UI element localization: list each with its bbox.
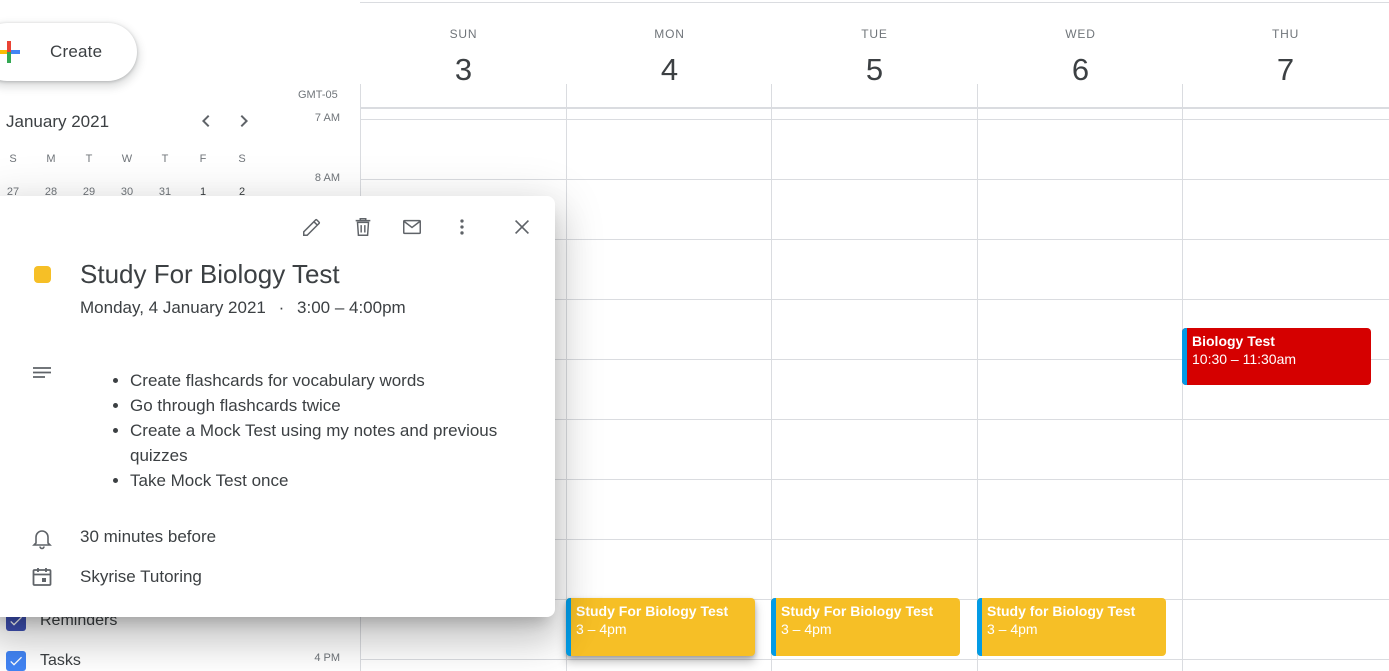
chevron-left-icon [202,115,210,127]
mini-weekday: M [46,153,56,165]
event-calendar-name: Skyrise Tutoring [80,567,202,586]
edit-icon [303,219,320,236]
edit-event-button[interactable] [297,212,327,242]
hour-label: 8 AM [314,172,340,184]
day-divider [977,84,978,671]
event-title: Study for Biology Test [987,603,1136,619]
more-options-icon [460,219,464,235]
event-time: 3 – 4pm [781,621,832,637]
top-divider [360,2,1389,3]
event-time: 10:30 – 11:30am [1192,351,1297,367]
mini-weekday: W [121,153,133,165]
header-divider [360,107,1389,109]
hour-line [360,179,1389,180]
description-item: Take Mock Test once [130,468,528,493]
event-title: Study For Biology Test [576,603,729,619]
day-name: TUE [861,27,888,41]
event-description: Create flashcards for vocabulary words G… [108,368,528,493]
mini-weekday: T [85,153,93,165]
timezone-label: GMT-05 [298,89,338,101]
day-divider [771,84,772,671]
plus-icon [0,41,20,63]
description-icon [30,362,54,386]
event-color-swatch [34,266,51,283]
day-name: THU [1271,27,1300,41]
delete-icon [355,218,371,236]
day-divider [566,84,567,671]
close-popup-button[interactable] [507,212,537,242]
mini-weekday: S [9,153,17,165]
day-number[interactable]: 6 [978,52,1183,88]
event-time: 3 – 4pm [576,621,627,637]
hour-line [360,659,1389,660]
create-label: Create [50,42,103,61]
email-guests-button[interactable] [397,212,427,242]
mini-weekday: F [199,153,207,165]
bell-icon [30,526,54,550]
chevron-right-icon [240,115,248,127]
mini-weekday: T [161,153,169,165]
more-options-button[interactable] [447,212,477,242]
event-detail-date: Monday, 4 January 2021 [80,298,266,317]
event-time: 3 – 4pm [987,621,1038,637]
email-icon [403,219,421,235]
checkbox-checked-icon[interactable] [6,651,26,671]
calendar-app: Create January 2021 S M T W T F S 27 28 … [0,0,1389,671]
mini-weekday: S [238,153,246,165]
event-reminder: 30 minutes before [80,527,217,546]
day-number[interactable]: 5 [772,52,977,88]
calendar-icon [30,565,54,589]
hour-label: 7 AM [314,112,340,124]
event-study-wed[interactable]: Study for Biology Test 3 – 4pm [977,598,1166,656]
delete-event-button[interactable] [348,212,378,242]
day-name: WED [1065,27,1096,41]
day-name: SUN [449,27,478,41]
event-biology-test[interactable]: Biology Test 10:30 – 11:30am [1182,328,1371,385]
description-item: Create flashcards for vocabulary words [130,368,528,393]
day-number[interactable]: 3 [361,52,566,88]
description-item: Create a Mock Test using my notes and pr… [130,418,528,468]
description-item: Go through flashcards twice [130,393,528,418]
mini-calendar-month: January 2021 [6,112,110,131]
event-details-popup: Study For Biology Test Monday, 4 January… [0,196,555,617]
event-study-tue[interactable]: Study For Biology Test 3 – 4pm [771,598,960,656]
hour-line [360,119,1389,120]
event-detail-title: Study For Biology Test [80,259,340,289]
calendar-item-label: Tasks [40,652,81,669]
event-detail-datetime: Monday, 4 January 2021 · 3:00 – 4:00pm [80,298,406,318]
previous-month-button[interactable] [194,109,218,133]
next-month-button[interactable] [232,109,256,133]
day-name: MON [654,27,685,41]
calendar-item-tasks[interactable]: Tasks [6,651,81,671]
event-title: Study For Biology Test [781,603,934,619]
day-number[interactable]: 7 [1183,52,1388,88]
day-number[interactable]: 4 [567,52,772,88]
create-button[interactable]: Create [0,23,137,81]
event-detail-time: 3:00 – 4:00pm [297,298,406,317]
event-study-mon[interactable]: Study For Biology Test 3 – 4pm [566,598,755,656]
close-icon [514,219,530,235]
date-time-separator: · [278,298,285,317]
hour-label: 4 PM [314,652,340,664]
event-title: Biology Test [1192,333,1275,349]
